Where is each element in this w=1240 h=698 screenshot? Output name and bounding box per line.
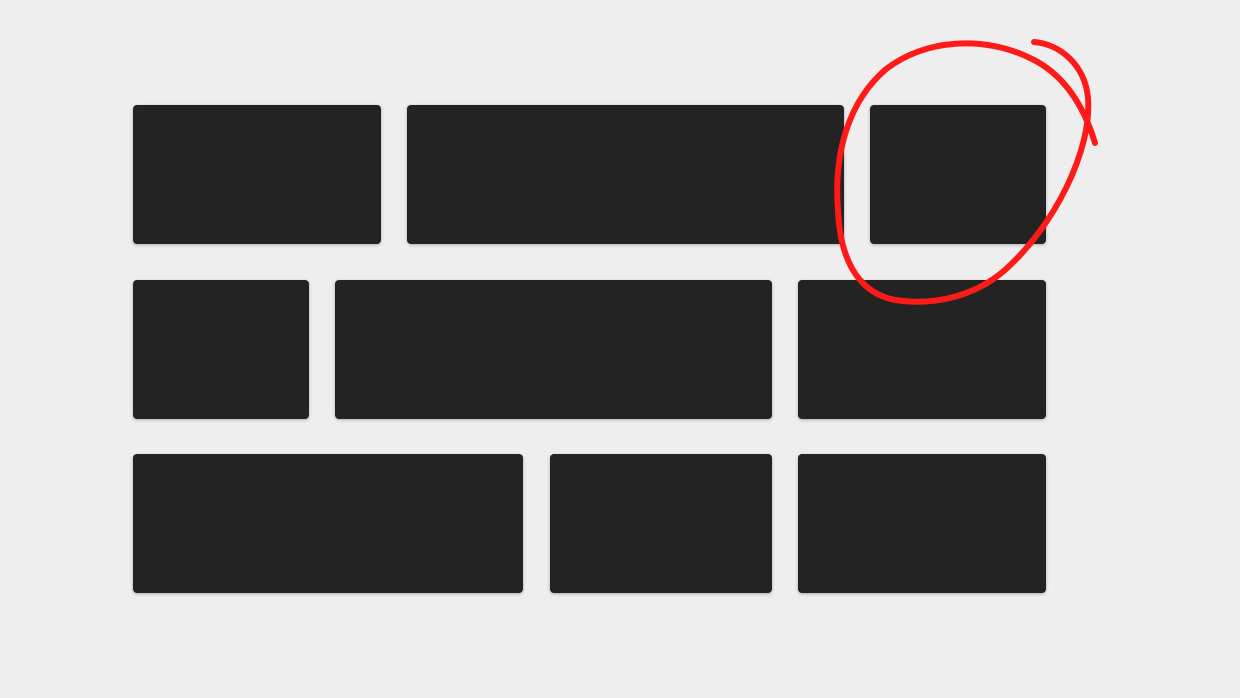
tile-r3-c2[interactable]	[550, 454, 772, 593]
tile-r3-c3[interactable]	[798, 454, 1046, 593]
tile-grid-canvas	[0, 0, 1240, 698]
tile-r3-c1[interactable]	[133, 454, 523, 593]
tile-r1-c1[interactable]	[133, 105, 381, 244]
tile-r2-c1[interactable]	[133, 280, 309, 419]
tile-r2-c3[interactable]	[798, 280, 1046, 419]
tile-r1-c3[interactable]	[870, 105, 1046, 244]
tile-r2-c2[interactable]	[335, 280, 772, 419]
tile-r1-c2[interactable]	[407, 105, 844, 244]
